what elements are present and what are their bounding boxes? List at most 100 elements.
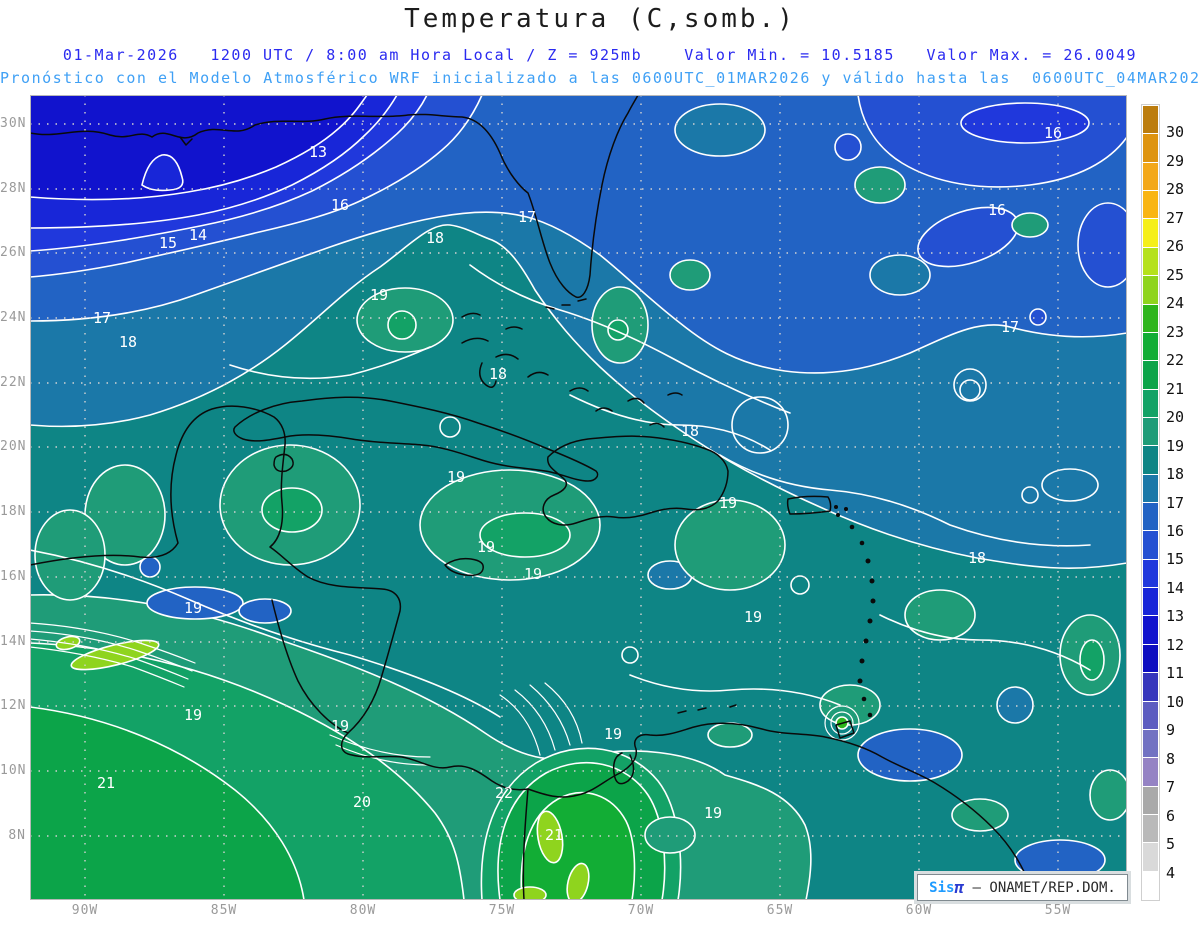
colorbar-labels: 30 29 28 27 26 25 24 23 22 21 20 19 18 17 16 15 14 13 12 11… bbox=[1166, 104, 1200, 901]
colorbar-segment bbox=[1143, 247, 1158, 276]
lat-tick-label: 14N bbox=[0, 634, 27, 649]
colorbar-segment bbox=[1143, 786, 1158, 814]
contour-label: 17 bbox=[518, 208, 536, 226]
colorbar-segment bbox=[1143, 814, 1158, 843]
lat-tick-label: 26N bbox=[0, 245, 27, 260]
colorbar-tick-label: 20 bbox=[1166, 408, 1185, 427]
colorbar-tick-label: 29 bbox=[1166, 151, 1185, 170]
colorbar-tick-label: 19 bbox=[1166, 436, 1185, 455]
lat-tick-label: 24N bbox=[0, 310, 27, 325]
colorbar-segment bbox=[1143, 531, 1158, 559]
colorbar-tick-label: 18 bbox=[1166, 465, 1185, 484]
colorbar-segment bbox=[1143, 134, 1158, 162]
logo-text: – ONAMET/REP.DOM. bbox=[964, 879, 1116, 896]
contour-map: 13 14 15 16 16 16 17 17 17 18 18 18 18 18 19 19 19 19 19 19… bbox=[30, 95, 1127, 900]
contour-label: 18 bbox=[681, 422, 699, 440]
colorbar-tick-label: 11 bbox=[1166, 664, 1185, 683]
colorbar-tick-label: 17 bbox=[1166, 493, 1185, 512]
colorbar-tick-label: 13 bbox=[1166, 607, 1185, 626]
colorbar-tick-label: 8 bbox=[1166, 749, 1176, 768]
colorbar-segment bbox=[1143, 474, 1158, 503]
weather-chart-page: { "title": "Temperatura (C,somb.)", "sub… bbox=[0, 0, 1200, 927]
colorbar-segment bbox=[1143, 276, 1158, 304]
colorbar-tick-label: 15 bbox=[1166, 550, 1185, 569]
lat-tick-label: 22N bbox=[0, 375, 27, 390]
lon-tick-label: 85W bbox=[210, 903, 238, 918]
colorbar-segment bbox=[1143, 673, 1158, 701]
lat-tick-label: 20N bbox=[0, 439, 27, 454]
lat-tick-label: 12N bbox=[0, 698, 27, 713]
lat-tick-label: 28N bbox=[0, 181, 27, 196]
logo-sis: Sis bbox=[929, 879, 955, 896]
colorbar-segment bbox=[1143, 588, 1158, 616]
contour-label: 17 bbox=[1001, 318, 1019, 336]
colorbar-segment bbox=[1143, 106, 1158, 134]
colorbar-tick-label: 5 bbox=[1166, 835, 1176, 854]
contour-label: 16 bbox=[988, 201, 1006, 219]
colorbar-segment bbox=[1143, 559, 1158, 588]
lon-tick-label: 80W bbox=[349, 903, 377, 918]
contour-label: 19 bbox=[704, 804, 722, 822]
colorbar-tick-label: 14 bbox=[1166, 578, 1185, 597]
contour-label: 16 bbox=[331, 196, 349, 214]
colorbar-segment bbox=[1143, 644, 1158, 673]
lon-tick-label: 90W bbox=[71, 903, 99, 918]
lon-tick-label: 75W bbox=[488, 903, 516, 918]
contour-label: 17 bbox=[93, 309, 111, 327]
lat-tick-label: 30N bbox=[0, 116, 27, 131]
contour-label: 19 bbox=[370, 286, 388, 304]
colorbar-tick-label: 4 bbox=[1166, 863, 1176, 882]
colorbar-tick-label: 25 bbox=[1166, 265, 1185, 284]
colorbar-tick-label: 30 bbox=[1166, 123, 1185, 142]
contour-label: 19 bbox=[719, 494, 737, 512]
colorbar-segment bbox=[1143, 446, 1158, 474]
colorbar-tick-label: 7 bbox=[1166, 778, 1176, 797]
contour-label: 18 bbox=[119, 333, 137, 351]
page-title: Temperatura (C,somb.) bbox=[404, 4, 796, 34]
contour-label: 19 bbox=[744, 608, 762, 626]
contour-label: 19 bbox=[477, 538, 495, 556]
colorbar-tick-label: 9 bbox=[1166, 721, 1176, 740]
contour-label: 18 bbox=[968, 549, 986, 567]
lat-tick-label: 18N bbox=[0, 504, 27, 519]
lon-tick-label: 55W bbox=[1044, 903, 1072, 918]
colorbar-tick-label: 16 bbox=[1166, 521, 1185, 540]
colorbar-segment bbox=[1143, 871, 1158, 900]
colorbar-segment bbox=[1143, 417, 1158, 446]
valid-time-line: 01-Mar-2026 1200 UTC / 8:00 am Hora Loca… bbox=[62, 46, 1138, 64]
colorbar-tick-label: 6 bbox=[1166, 806, 1176, 825]
colorbar-tick-label: 10 bbox=[1166, 692, 1185, 711]
colorbar-segment bbox=[1143, 729, 1158, 758]
lat-tick-label: 16N bbox=[0, 569, 27, 584]
contour-label: 19 bbox=[184, 599, 202, 617]
contour-label: 20 bbox=[353, 793, 371, 811]
contour-label: 21 bbox=[97, 774, 115, 792]
lat-tick-label: 10N bbox=[0, 763, 27, 778]
contour-label: 16 bbox=[1044, 124, 1062, 142]
colorbar-segment bbox=[1143, 304, 1158, 332]
colorbar-tick-label: 23 bbox=[1166, 322, 1185, 341]
lat-tick-label: 8N bbox=[8, 828, 26, 843]
contour-label: 14 bbox=[189, 226, 207, 244]
contour-label: 15 bbox=[159, 234, 177, 252]
contour-label: 19 bbox=[604, 725, 622, 743]
colorbar-segment bbox=[1143, 701, 1158, 729]
contour-label: 21 bbox=[545, 826, 563, 844]
colorbar-segment bbox=[1143, 616, 1158, 644]
colorbar-segment bbox=[1143, 191, 1158, 219]
colorbar-segment bbox=[1143, 332, 1158, 361]
contour-label: 18 bbox=[426, 229, 444, 247]
contour-label: 13 bbox=[309, 143, 327, 161]
colorbar bbox=[1141, 104, 1160, 901]
model-run-line: Pronóstico con el Modelo Atmosférico WRF… bbox=[0, 69, 1200, 87]
colorbar-segment bbox=[1143, 361, 1158, 389]
colorbar-segment bbox=[1143, 162, 1158, 191]
temperature-field-svg: 13 14 15 16 16 16 17 17 17 18 18 18 18 18 19 19 19 19 19 19… bbox=[30, 95, 1127, 900]
sispi-onamet-logo: Sis π – ONAMET/REP.DOM. bbox=[917, 874, 1128, 901]
contour-label: 19 bbox=[524, 565, 542, 583]
colorbar-tick-label: 12 bbox=[1166, 635, 1185, 654]
contour-label: 19 bbox=[447, 468, 465, 486]
contour-label: 18 bbox=[489, 365, 507, 383]
colorbar-segment bbox=[1143, 503, 1158, 531]
contour-label: 19 bbox=[184, 706, 202, 724]
